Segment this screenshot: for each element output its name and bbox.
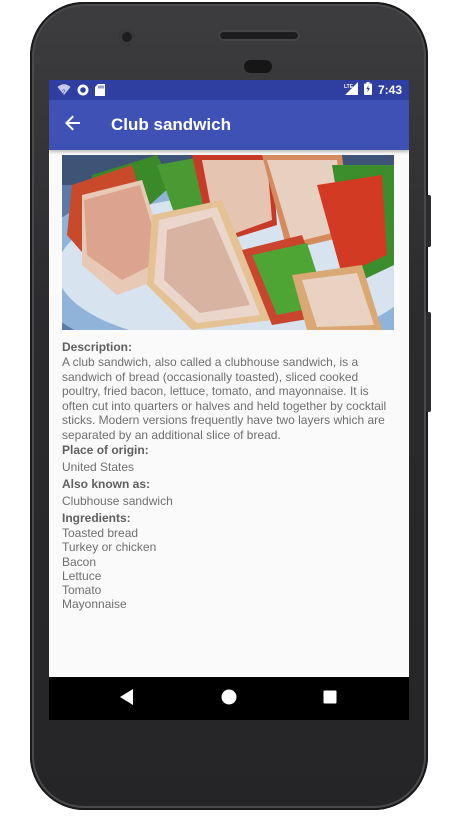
ingredients-label: Ingredients:: [62, 511, 131, 525]
page-title: Club sandwich: [111, 115, 231, 134]
aka-label: Also known as:: [62, 477, 151, 491]
ingredient-item: Tomato: [62, 583, 102, 598]
aka-value: Clubhouse sandwich: [62, 494, 173, 508]
wifi-icon: ?: [57, 83, 71, 99]
signal-icon: LTE: [344, 82, 358, 98]
battery-icon: [363, 82, 372, 98]
svg-text:LTE: LTE: [344, 84, 354, 90]
front-camera: [119, 29, 135, 45]
ingredient-item: Toasted bread: [62, 526, 139, 540]
status-right-icons: LTE 7:43: [344, 82, 402, 98]
nav-recents-button[interactable]: [318, 687, 342, 711]
triangle-back-icon: [120, 688, 134, 710]
arrow-back-icon: [65, 115, 81, 136]
status-time: 7:43: [377, 83, 402, 97]
nav-back-button[interactable]: [115, 687, 139, 711]
origin-label: Place of origin:: [62, 443, 149, 457]
description-text: A club sandwich, also called a clubhouse…: [62, 355, 387, 442]
detail-content: Description: A club sandwich, also calle…: [62, 155, 395, 612]
earpiece-speaker: [218, 30, 300, 41]
ingredient-item: Bacon: [62, 554, 97, 569]
proximity-sensor: [244, 60, 272, 73]
volume-button: [426, 312, 431, 412]
ingredient-item: Lettuce: [62, 568, 102, 583]
food-image: [62, 155, 394, 330]
status-bar: ? LTE 7:43: [49, 80, 409, 100]
circle-home-icon: [221, 689, 237, 710]
sd-card-icon: [95, 83, 105, 99]
back-button[interactable]: [59, 111, 87, 139]
ingredient-item: Turkey or chicken: [62, 540, 157, 555]
origin-value: United States: [62, 460, 135, 474]
status-left-icons: ?: [57, 83, 105, 99]
navigation-bar: [49, 677, 409, 720]
ingredients-list: Toasted bread Turkey or chicken Bacon Le…: [62, 526, 395, 612]
screen: ? LTE 7:43 Club sandwich Description: A …: [49, 80, 409, 720]
power-button: [426, 195, 431, 247]
app-bar: Club sandwich: [49, 100, 409, 150]
nav-home-button[interactable]: [217, 687, 241, 711]
sync-icon: [77, 84, 89, 99]
ingredient-item: Mayonnaise: [62, 597, 127, 612]
description-label: Description:: [62, 340, 133, 354]
square-recents-icon: [323, 690, 337, 709]
